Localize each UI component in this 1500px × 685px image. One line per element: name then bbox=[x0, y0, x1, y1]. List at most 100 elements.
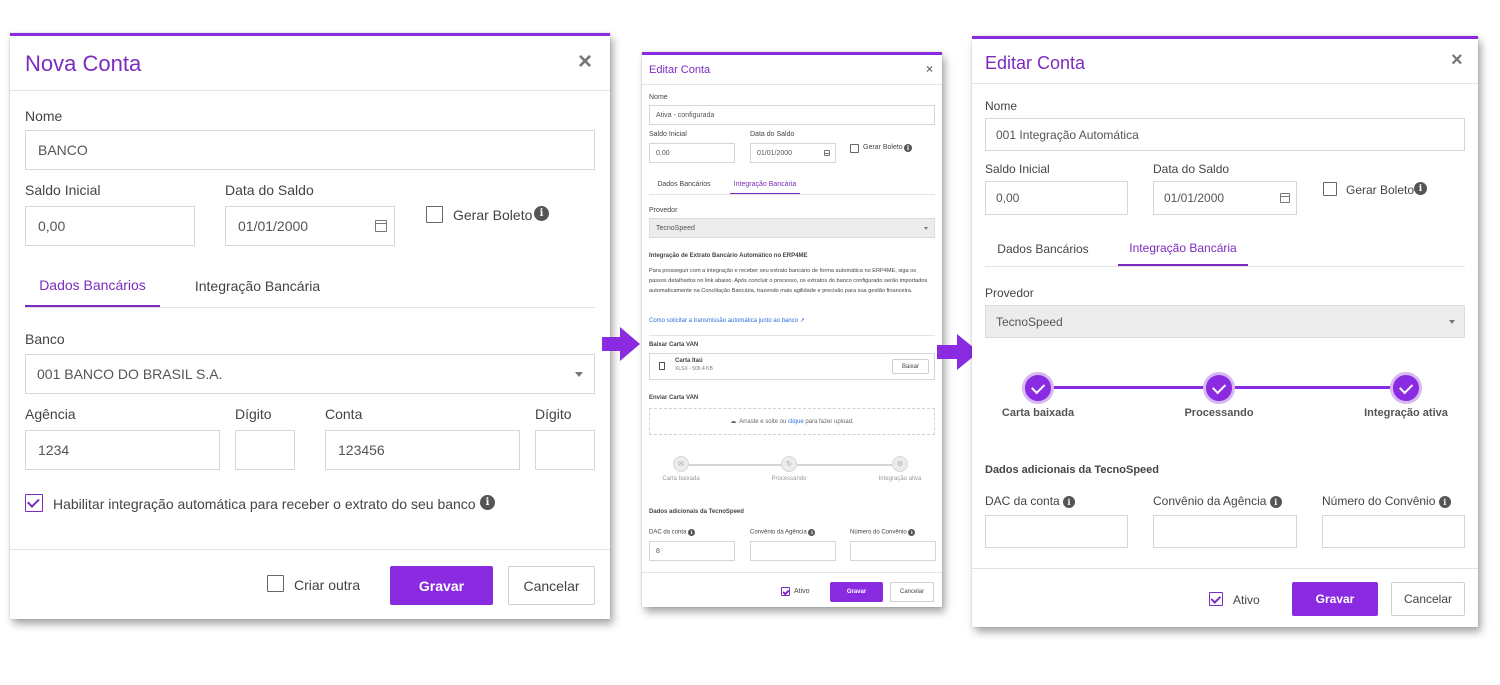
tab-integracao-bancaria[interactable]: Integração Bancária bbox=[190, 278, 325, 294]
header-divider bbox=[642, 84, 942, 85]
dac-input[interactable]: 8 bbox=[649, 541, 735, 561]
calendar-icon[interactable] bbox=[1280, 193, 1290, 203]
criar-outra-checkbox[interactable] bbox=[267, 575, 284, 592]
provedor-label: Provedor bbox=[985, 286, 1034, 300]
info-icon: i bbox=[1438, 495, 1451, 508]
ativo-label: Ativo bbox=[1233, 593, 1260, 607]
numero-convenio-label: Número do Convênio i bbox=[850, 529, 916, 536]
step-label-carta: Carta baixada bbox=[662, 476, 700, 482]
close-icon[interactable]: × bbox=[578, 48, 592, 76]
info-icon: i bbox=[808, 529, 816, 536]
upload-dropzone[interactable]: ☁ Arraste e solte ou clique para fazer u… bbox=[649, 408, 935, 435]
criar-outra-label: Criar outra bbox=[294, 577, 361, 593]
numero-convenio-input[interactable] bbox=[1322, 515, 1465, 548]
calendar-icon[interactable] bbox=[375, 220, 387, 232]
nome-value: BANCO bbox=[38, 142, 88, 158]
nome-label: Nome bbox=[25, 108, 63, 124]
close-icon[interactable]: × bbox=[926, 62, 933, 76]
saldo-value: 0,00 bbox=[996, 191, 1020, 205]
chevron-down-icon bbox=[575, 372, 583, 377]
integracao-text: Para prosseguir com a integração e receb… bbox=[649, 268, 928, 294]
data-saldo-input[interactable]: 01/01/2000 bbox=[225, 206, 395, 246]
cancelar-button[interactable]: Cancelar bbox=[890, 582, 934, 602]
digito-agencia-input[interactable] bbox=[235, 430, 295, 470]
chevron-down-icon bbox=[924, 227, 928, 230]
gravar-button[interactable]: Gravar bbox=[390, 566, 493, 605]
convenio-agencia-input[interactable] bbox=[1153, 515, 1297, 548]
step-dot-processando: ↻ bbox=[781, 456, 797, 472]
dac-input[interactable] bbox=[985, 515, 1128, 548]
provedor-value: TecnoSpeed bbox=[996, 314, 1063, 329]
enviar-title: Enviar Carta VAN bbox=[649, 395, 699, 401]
conta-input[interactable]: 123456 bbox=[325, 430, 520, 470]
provedor-select[interactable]: TecnoSpeed bbox=[985, 305, 1465, 338]
tab-integracao-bancaria[interactable]: Integração Bancária bbox=[1118, 241, 1248, 255]
tabs-divider bbox=[25, 307, 595, 308]
calendar-icon[interactable] bbox=[824, 150, 830, 156]
tab-dados-bancarios[interactable]: Dados Bancários bbox=[25, 277, 160, 293]
gerar-boleto-label: Gerar Boleto bbox=[1346, 183, 1415, 197]
gerar-boleto-label: Gerar Boleto bbox=[863, 144, 903, 151]
transmissao-link[interactable]: Como solicitar a transmissão automática … bbox=[649, 317, 805, 324]
convenio-agencia-input[interactable] bbox=[750, 541, 836, 561]
data-saldo-label: Data do Saldo bbox=[1153, 162, 1230, 176]
banco-value: 001 BANCO DO BRASIL S.A. bbox=[37, 366, 223, 382]
step-label-processando: Processando bbox=[1184, 407, 1254, 419]
gerar-boleto-checkbox[interactable] bbox=[850, 144, 859, 153]
tabs-divider bbox=[649, 194, 935, 195]
file-icon bbox=[659, 362, 665, 370]
step-dot-carta bbox=[1022, 372, 1054, 404]
convenio-agencia-label: Convênio da Agência i bbox=[1153, 494, 1282, 508]
header-divider bbox=[10, 90, 610, 91]
file-name: Carta Itaú bbox=[675, 358, 703, 364]
ativo-checkbox[interactable] bbox=[1209, 592, 1223, 606]
data-saldo-value: 01/01/2000 bbox=[238, 218, 309, 234]
step-label-integracao: Integração ativa bbox=[1364, 407, 1448, 419]
info-icon: i bbox=[1414, 182, 1427, 195]
step-label-processando: Processando bbox=[771, 476, 807, 482]
provedor-value: TecnoSpeed bbox=[656, 224, 695, 232]
upload-link[interactable]: clique bbox=[788, 419, 804, 425]
nome-input[interactable]: Ativa - configurada bbox=[649, 105, 935, 125]
gravar-button[interactable]: Gravar bbox=[830, 582, 883, 602]
agencia-input[interactable]: 1234 bbox=[25, 430, 220, 470]
saldo-input[interactable]: 0,00 bbox=[649, 143, 735, 163]
nome-input[interactable]: 001 Integração Automática bbox=[985, 118, 1465, 151]
close-icon[interactable]: × bbox=[1451, 49, 1463, 72]
gerar-boleto-label: Gerar Boleto bbox=[453, 207, 533, 223]
numero-convenio-input[interactable] bbox=[850, 541, 936, 561]
info-icon: i bbox=[1063, 495, 1076, 508]
habilitar-integracao-checkbox[interactable] bbox=[25, 494, 43, 512]
digito-conta-input[interactable] bbox=[535, 430, 595, 470]
step-label-integracao: Integração ativa bbox=[878, 476, 922, 482]
saldo-input[interactable]: 0,00 bbox=[985, 181, 1128, 215]
saldo-input[interactable]: 0,00 bbox=[25, 206, 195, 246]
gerar-boleto-checkbox[interactable] bbox=[1323, 182, 1337, 196]
convenio-agencia-label: Convênio da Agência i bbox=[750, 529, 816, 536]
banco-select[interactable]: 001 BANCO DO BRASIL S.A. bbox=[25, 354, 595, 394]
external-link-icon: ↗ bbox=[799, 318, 805, 324]
provedor-select[interactable]: TecnoSpeed bbox=[649, 218, 935, 238]
cloud-upload-icon: ☁ bbox=[730, 419, 737, 425]
tab-integracao-bancaria[interactable]: Integração Bancária bbox=[730, 181, 800, 188]
data-saldo-input[interactable]: 01/01/2000 bbox=[1153, 181, 1297, 215]
banco-label: Banco bbox=[25, 331, 65, 347]
info-icon: i bbox=[908, 529, 916, 536]
habilitar-integracao-label: Habilitar integração automática para rec… bbox=[53, 496, 476, 512]
data-saldo-value: 01/01/2000 bbox=[1164, 191, 1225, 205]
cancelar-button[interactable]: Cancelar bbox=[1391, 582, 1465, 616]
tab-dados-bancarios[interactable]: Dados Bancários bbox=[652, 181, 716, 188]
dados-adicionais-title: Dados adicionais da TecnoSpeed bbox=[649, 509, 744, 515]
gerar-boleto-checkbox[interactable] bbox=[426, 206, 443, 223]
nome-input[interactable]: BANCO bbox=[25, 130, 595, 170]
baixar-title: Baixar Carta VAN bbox=[649, 342, 699, 348]
tab-dados-bancarios[interactable]: Dados Bancários bbox=[989, 242, 1097, 256]
cancelar-button[interactable]: Cancelar bbox=[508, 566, 595, 605]
baixar-button[interactable]: Baixar bbox=[892, 359, 929, 374]
step-label-carta: Carta baixada bbox=[1001, 407, 1075, 419]
ativo-checkbox[interactable] bbox=[781, 587, 790, 596]
modal-title: Editar Conta bbox=[985, 53, 1086, 73]
data-saldo-label: Data do Saldo bbox=[750, 131, 795, 138]
gravar-button[interactable]: Gravar bbox=[1292, 582, 1378, 616]
step-dot-carta: ✉ bbox=[673, 456, 689, 472]
